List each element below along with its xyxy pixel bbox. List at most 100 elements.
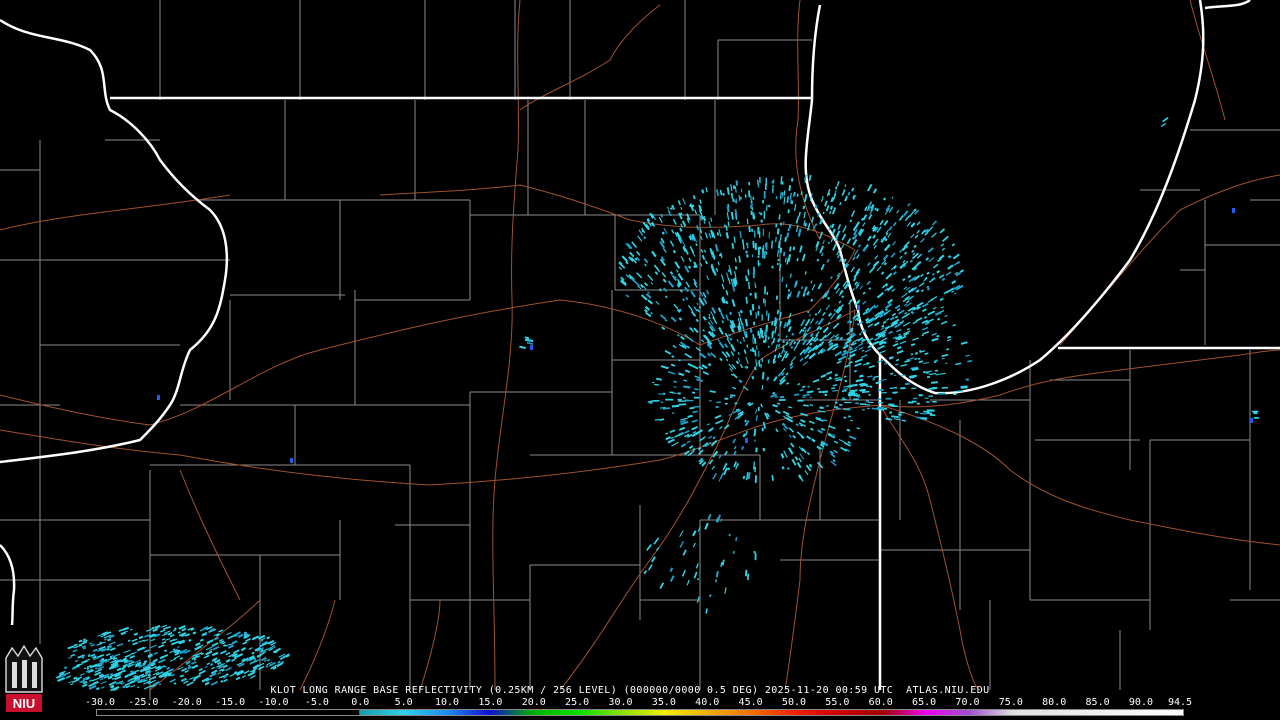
- echo-pixel: [753, 551, 756, 554]
- echo-pixel: [755, 447, 758, 453]
- echo-pixel: [809, 404, 813, 406]
- echo-pixel: [839, 404, 843, 406]
- echo-pixel: [760, 212, 763, 216]
- echo-pixel: [746, 278, 749, 282]
- echo-pixel: [732, 198, 735, 203]
- echo-pixel: [754, 475, 757, 483]
- echo-pixel: [907, 401, 914, 404]
- echo-pixel: [819, 406, 824, 410]
- echo-pixel: [841, 397, 846, 399]
- echo-pixel: [853, 398, 859, 401]
- echo-pixel: [867, 407, 870, 410]
- echo-pixel: [952, 393, 957, 395]
- colorbar-tick-label: 85.0: [1085, 697, 1110, 708]
- echo-pixel: [913, 397, 918, 400]
- echo-pixel: [757, 183, 760, 188]
- colorbar-tick-label: -5.0: [304, 697, 329, 708]
- echo-pixel: [752, 214, 755, 219]
- radar-map: NIU: [0, 0, 1280, 720]
- echo-pixel: [751, 254, 754, 258]
- echo-pixel: [916, 402, 920, 405]
- echo-pixel: [759, 176, 761, 184]
- echo-pixel: [846, 407, 851, 411]
- echo-pixel: [760, 219, 763, 223]
- echo-pixel: [754, 292, 757, 299]
- echo-pixel: [862, 409, 865, 411]
- echo-pixel: [890, 403, 893, 406]
- echo-pixel: [759, 328, 762, 334]
- echo-pixel: [663, 392, 666, 395]
- echo-pixel: [748, 182, 751, 186]
- echo-pixel: [751, 228, 753, 232]
- echo-pixel: [924, 397, 929, 399]
- echo-pixel: [766, 291, 769, 296]
- echo-pixel: [758, 333, 761, 339]
- echo-pixel: [752, 241, 755, 249]
- echo-pixel: [824, 393, 828, 396]
- echo-pixel: [758, 350, 760, 357]
- echo-pixel: [758, 262, 761, 266]
- echo-pixel: [737, 221, 740, 225]
- echo-pixel: [754, 243, 757, 250]
- echo-pixel-strong: [530, 345, 533, 350]
- echo-pixel: [868, 402, 874, 404]
- echo-pixel: [763, 339, 766, 343]
- echo-pixel: [746, 254, 749, 258]
- echo-pixel: [724, 397, 729, 400]
- echo-pixel: [660, 401, 664, 403]
- echo-pixel: [757, 406, 760, 412]
- echo-pixel: [1253, 416, 1260, 419]
- echo-pixel: [693, 396, 700, 399]
- echo-pixel: [797, 399, 804, 402]
- echo-pixel: [763, 210, 766, 219]
- echo-pixel-strong: [857, 305, 860, 310]
- echo-pixel: [650, 400, 656, 402]
- echo-pixel: [757, 255, 760, 258]
- echo-pixel: [763, 191, 766, 199]
- echo-pixel: [763, 298, 765, 304]
- echo-pixel: [752, 272, 755, 279]
- echo-pixel: [775, 223, 778, 228]
- echo-pixel: [1251, 410, 1259, 413]
- product-caption: KLOT LONG RANGE BASE REFLECTIVITY (0.25K…: [0, 685, 1280, 696]
- echo-pixel: [778, 399, 786, 401]
- echo-pixel: [918, 394, 923, 397]
- echo-pixel: [877, 402, 883, 404]
- echo-pixel: [750, 204, 752, 209]
- echo-pixel: [761, 314, 763, 321]
- echo-pixel: [776, 262, 779, 266]
- colorbar-tick-label: 60.0: [868, 697, 893, 708]
- echo-pixel: [877, 398, 881, 400]
- echo-pixel: [889, 411, 892, 414]
- echo-pixel: [754, 284, 757, 288]
- echo-pixel: [758, 360, 761, 367]
- echo-pixel-strong: [157, 395, 160, 400]
- echo-pixel: [787, 228, 790, 231]
- reflectivity-colorbar: [96, 709, 1184, 716]
- colorbar-tick-label: -30.0: [84, 697, 116, 708]
- echo-pixel: [777, 258, 780, 262]
- echo-pixel: [753, 230, 756, 238]
- echo-pixel: [745, 250, 748, 254]
- echo-pixel: [865, 404, 870, 406]
- colorbar-tick-label: 50.0: [781, 697, 807, 708]
- echo-pixel: [885, 397, 892, 400]
- colorbar-tick-label: 55.0: [825, 697, 850, 708]
- colorbar-tick-label: 70.0: [955, 697, 980, 708]
- echo-pixel: [762, 447, 766, 452]
- echo-pixel: [766, 251, 768, 255]
- echo-pixel: [752, 321, 756, 326]
- echo-pixel: [678, 392, 681, 395]
- echo-pixel: [682, 397, 686, 399]
- colorbar-tick-label: 15.0: [478, 697, 503, 708]
- echo-pixel: [758, 305, 760, 310]
- echo-pixel: [860, 403, 867, 406]
- colorbar-tick-label: 75.0: [998, 697, 1023, 708]
- echo-pixel: [762, 245, 764, 253]
- colorbar-tick-label: 5.0: [394, 697, 413, 708]
- echo-pixel: [765, 242, 768, 251]
- echo-pixel: [685, 399, 694, 402]
- echo-pixel: [754, 466, 756, 473]
- colorbar-tick-label: 25.0: [565, 697, 590, 708]
- echo-pixel: [732, 185, 736, 190]
